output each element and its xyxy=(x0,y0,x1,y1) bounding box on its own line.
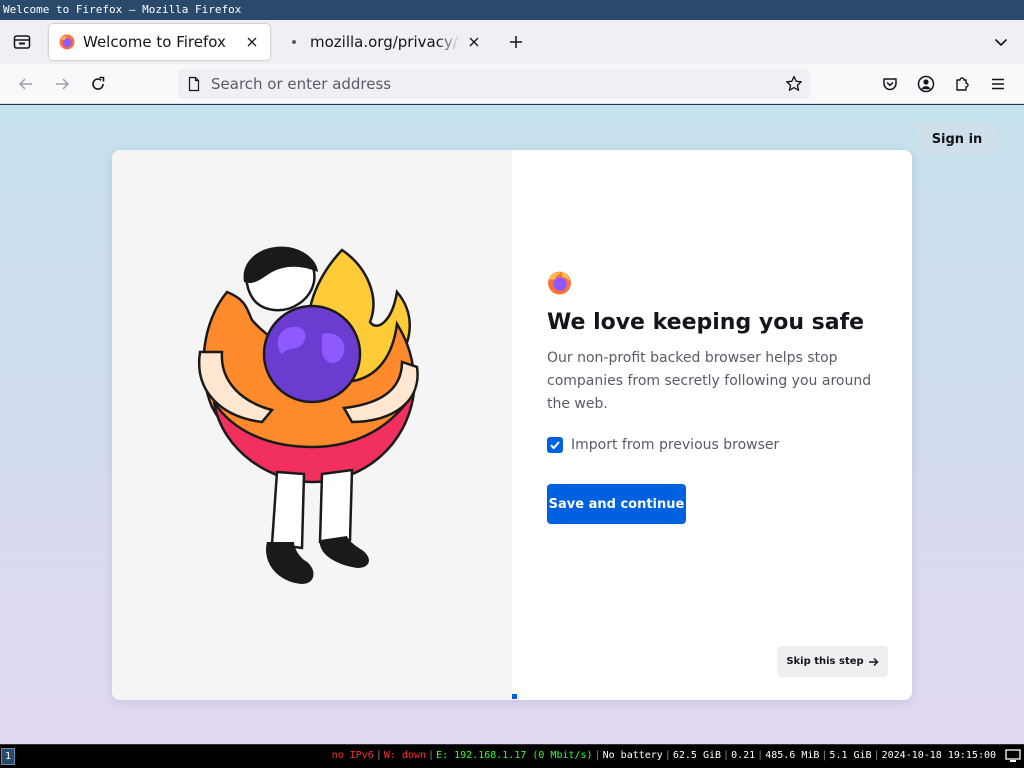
app-menu-button[interactable] xyxy=(984,70,1012,98)
tab-title: Welcome to Firefox xyxy=(83,33,226,51)
status-item: No battery xyxy=(602,750,663,761)
star-icon xyxy=(786,75,802,91)
import-checkbox[interactable] xyxy=(547,437,563,453)
reload-button[interactable] xyxy=(84,70,112,98)
tab-strip: Welcome to Firefox mozilla.org/privacy/f… xyxy=(0,20,1024,64)
extensions-button[interactable] xyxy=(948,70,976,98)
status-item: 485.6 MiB xyxy=(765,750,820,761)
forward-button[interactable] xyxy=(48,70,76,98)
skip-step-button[interactable]: Skip this step xyxy=(777,646,888,677)
bookmark-button[interactable] xyxy=(784,74,804,94)
tab-privacy[interactable]: mozilla.org/privacy/firefox/ xyxy=(276,24,492,60)
status-item: 62.5 GiB xyxy=(672,750,722,761)
reload-icon xyxy=(92,76,105,90)
firefox-view-button[interactable] xyxy=(8,30,36,54)
account-button[interactable] xyxy=(912,70,940,98)
navigation-toolbar: Search or enter address xyxy=(0,64,1024,104)
network-tray-icon[interactable] xyxy=(1005,749,1021,763)
status-item: 2024-10-18 19:15:00 xyxy=(881,750,996,761)
status-item: 5.1 GiB xyxy=(829,750,872,761)
tab-title: mozilla.org/privacy/firefox/ xyxy=(310,33,460,51)
tab-welcome[interactable]: Welcome to Firefox xyxy=(49,24,270,60)
status-items: no IPv6 | W: down | E: 192.168.1.17 (0 Mbit/… xyxy=(330,745,998,767)
arrow-left-icon xyxy=(18,78,32,90)
puzzle-icon xyxy=(956,77,969,91)
loading-dot-icon xyxy=(286,34,302,50)
illustration-panel xyxy=(112,150,512,700)
chevron-down-icon xyxy=(994,38,1008,47)
person-hugging-firefox-illustration xyxy=(197,246,419,584)
firefox-logo-icon xyxy=(548,271,571,295)
close-tab-button[interactable] xyxy=(466,34,482,50)
firefox-view-icon xyxy=(13,35,31,49)
pocket-icon xyxy=(883,78,897,91)
page-icon xyxy=(188,76,200,92)
system-status-bar: 1 no IPv6 | W: down | E: 192.168.1.17 (0 Mbi… xyxy=(0,744,1024,768)
status-item: 0.21 xyxy=(731,750,756,761)
page-description: Our non-profit backed browser helps stop… xyxy=(547,350,872,412)
status-item: E: 192.168.1.17 (0 Mbit/s) xyxy=(436,750,593,761)
save-and-continue-button[interactable]: Save and continue xyxy=(547,484,686,524)
address-bar[interactable]: Search or enter address xyxy=(178,69,810,99)
pocket-button[interactable] xyxy=(876,70,904,98)
step-indicator xyxy=(512,694,517,699)
hamburger-menu-icon xyxy=(992,78,1004,90)
workspace-indicator[interactable]: 1 xyxy=(1,748,15,765)
import-checkbox-row[interactable]: Import from previous browser xyxy=(547,437,779,453)
plus-icon xyxy=(510,36,522,48)
firefox-icon xyxy=(59,34,75,50)
page-title: We love keeping you safe xyxy=(547,310,865,335)
list-all-tabs-button[interactable] xyxy=(988,30,1014,54)
arrow-right-icon xyxy=(56,78,70,90)
sign-in-button[interactable]: Sign in xyxy=(916,123,998,155)
new-tab-button[interactable] xyxy=(504,30,528,54)
window-title: Welcome to Firefox — Mozilla Firefox xyxy=(0,0,1024,20)
close-tab-button[interactable] xyxy=(244,34,260,50)
import-checkbox-label: Import from previous browser xyxy=(571,437,780,453)
onboarding-card: We love keeping you safe Our non-profit … xyxy=(112,150,912,700)
arrow-right-icon xyxy=(868,657,879,666)
status-item: no IPv6 xyxy=(331,750,374,761)
account-icon xyxy=(917,75,935,93)
page-content: Sign in We love keeping you safe Our non… xyxy=(0,105,1024,744)
skip-step-label: Skip this step xyxy=(786,656,864,667)
close-icon xyxy=(247,37,257,47)
close-icon xyxy=(469,37,479,47)
back-button[interactable] xyxy=(12,70,40,98)
content-panel: We love keeping you safe Our non-profit … xyxy=(512,150,912,700)
status-item: W: down xyxy=(383,750,427,761)
checkmark-icon xyxy=(550,441,560,450)
address-input[interactable]: Search or enter address xyxy=(211,69,391,99)
